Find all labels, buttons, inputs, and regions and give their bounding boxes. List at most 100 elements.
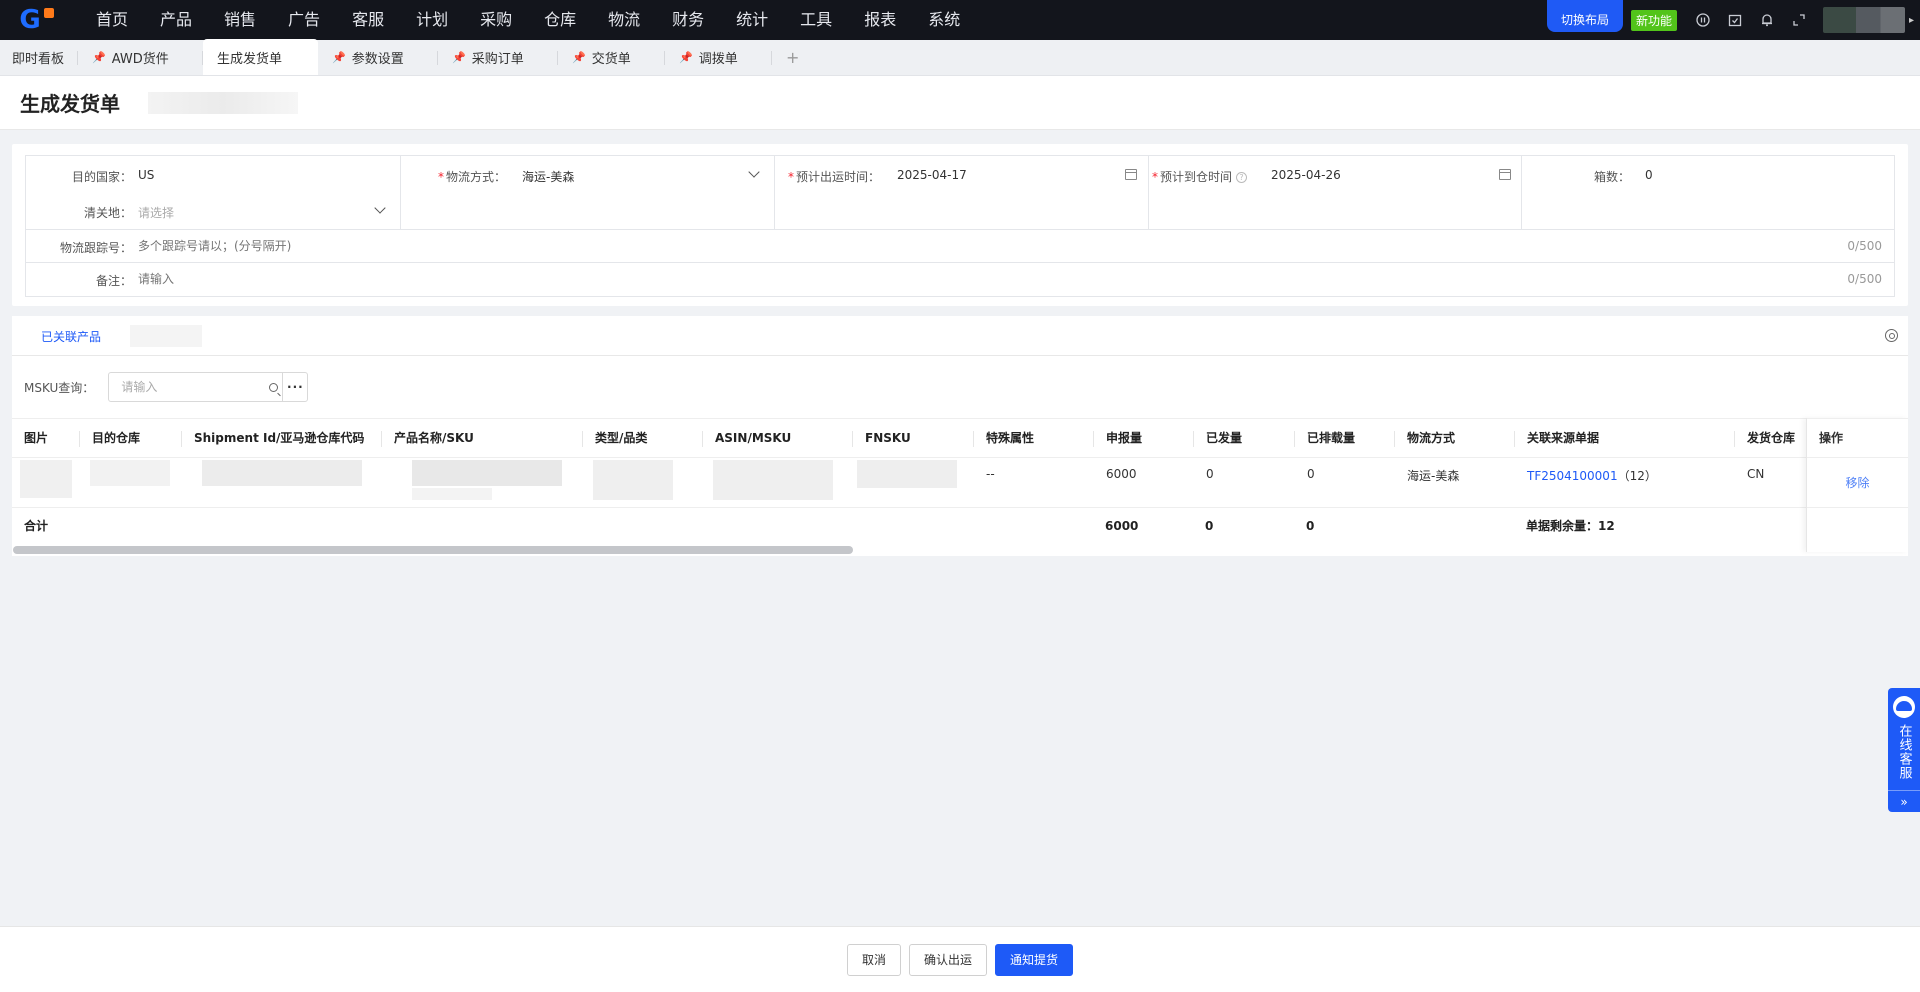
cell-loaded: 0 [1307, 467, 1315, 481]
tracking-label: 物流跟踪号： [59, 241, 132, 255]
tab-awd-shipment[interactable]: 📌 AWD货件 [78, 39, 204, 75]
col-operation: 操作 [1807, 418, 1908, 458]
dest-country-label: 目的国家： [71, 170, 132, 184]
msku-search-box: ··· [108, 372, 309, 402]
confirm-ship-button[interactable]: 确认出运 [908, 943, 987, 976]
col-type: 类型/品类 [583, 419, 703, 457]
logo-plus-icon [44, 8, 54, 18]
chevron-down-icon [748, 166, 760, 178]
more-options-button[interactable]: ··· [282, 373, 307, 401]
ship-date-cell: * 预计出运时间： 2025-04-17 [775, 156, 1149, 229]
nav-item-tools[interactable]: 工具 [784, 0, 848, 40]
table-header: 图片 目的仓库 Shipment Id/亚马逊仓库代码 产品名称/SKU 类型/… [12, 418, 1908, 458]
ship-date-value: 2025-04-17 [897, 168, 967, 182]
logistics-select[interactable]: 海运-美森 [522, 162, 762, 188]
clearance-select[interactable]: 请选择 [138, 198, 388, 224]
switch-layout-button[interactable]: 切换布局 [1546, 0, 1623, 32]
footer-actions: 取消 确认出运 通知提货 [0, 926, 1920, 992]
col-dest-warehouse: 目的仓库 [80, 419, 182, 457]
redacted-tab[interactable] [130, 325, 202, 347]
logistics-cell: * 物流方式： 海运-美森 [401, 156, 775, 229]
nav-item-service[interactable]: 客服 [336, 0, 400, 40]
nav-item-ads[interactable]: 广告 [272, 0, 336, 40]
tab-transfer-order[interactable]: 📌 调拨单 [665, 39, 773, 75]
nav-item-purchase[interactable]: 采购 [464, 0, 528, 40]
nav-item-stats[interactable]: 统计 [720, 0, 784, 40]
shipment-form-card: 目的国家： US 清关地： 请选择 * 物流方式： 海运-美森 * 预计出运时间： … [12, 144, 1908, 306]
pin-icon[interactable]: 📌 [332, 51, 346, 64]
msku-search-input[interactable] [109, 373, 265, 401]
products-tabs: 已关联产品 [12, 316, 1908, 356]
remove-button[interactable]: 移除 [1807, 458, 1908, 508]
calendar-check-icon[interactable] [1719, 0, 1751, 40]
col-fnsku: FNSKU [853, 419, 974, 457]
col-declared: 申报量 [1094, 419, 1194, 457]
user-avatar[interactable] [1822, 7, 1905, 33]
pin-icon[interactable]: 📌 [572, 51, 586, 64]
total-shipped: 0 [1205, 519, 1214, 533]
shipment-form: 目的国家： US 清关地： 请选择 * 物流方式： 海运-美森 * 预计出运时间： … [25, 155, 1895, 297]
online-service-widget[interactable]: 在线客服 » [1888, 688, 1920, 812]
arrive-date-value: 2025-04-26 [1271, 168, 1341, 182]
service-agent-icon [1893, 696, 1915, 718]
arrive-date-cell: * 预计到仓时间? 2025-04-26 [1149, 156, 1522, 229]
total-label: 合计 [24, 519, 49, 533]
nav-item-reports[interactable]: 报表 [848, 0, 912, 40]
app-logo[interactable]: G [0, 0, 60, 40]
col-special-attr: 特殊属性 [974, 419, 1094, 457]
remark-row: 备注： 0/500 [26, 263, 1894, 296]
logistics-label: * 物流方式： [437, 170, 506, 184]
help-icon[interactable]: ? [1236, 172, 1248, 183]
top-nav: G 首页 产品 销售 广告 客服 计划 采购 仓库 物流 财务 统计 工具 报表… [0, 0, 1920, 40]
col-image: 图片 [12, 419, 80, 457]
nav-item-logistics[interactable]: 物流 [592, 0, 656, 40]
nav-item-finance[interactable]: 财务 [656, 0, 720, 40]
tab-purchase-order[interactable]: 📌 采购订单 [438, 39, 559, 75]
tab-dashboard[interactable]: 即时看板 [0, 39, 79, 75]
nav-item-warehouse[interactable]: 仓库 [528, 0, 592, 40]
tab-delivery-note[interactable]: 📌 交货单 [558, 39, 666, 75]
tracking-input[interactable] [138, 234, 1818, 258]
bell-icon[interactable] [1751, 0, 1783, 40]
arrive-date-picker[interactable]: 2025-04-26 [1271, 162, 1511, 188]
horizontal-scrollbar[interactable] [13, 546, 853, 554]
tab-generate-shipment[interactable]: 生成发货单 [203, 39, 319, 75]
nav-item-sales[interactable]: 销售 [208, 0, 272, 40]
ship-date-label: * 预计出运时间： [788, 170, 881, 184]
add-tab-button[interactable]: + [772, 39, 813, 75]
fullscreen-icon[interactable] [1783, 0, 1815, 40]
dest-country-value: US [138, 168, 155, 182]
nav-item-home[interactable]: 首页 [80, 0, 144, 40]
cancel-button[interactable]: 取消 [846, 943, 901, 976]
pin-icon[interactable]: 📌 [92, 51, 106, 64]
new-feature-badge[interactable]: 新功能 [1630, 9, 1677, 31]
nav-item-system[interactable]: 系统 [912, 0, 976, 40]
cell-type [583, 458, 703, 507]
tab-param-settings[interactable]: 📌 参数设置 [318, 39, 439, 75]
tab-label: 调拨单 [698, 51, 738, 67]
pin-icon[interactable]: 📌 [679, 51, 693, 64]
notify-pickup-button[interactable]: 通知提货 [995, 943, 1074, 976]
cell-image [12, 458, 80, 507]
form-row-main: 目的国家： US 清关地： 请选择 * 物流方式： 海运-美森 * 预计出运时间： … [26, 156, 1894, 230]
col-shipment-id: Shipment Id/亚马逊仓库代码 [182, 419, 382, 457]
col-source-doc: 关联来源单据 [1515, 419, 1735, 457]
tab-linked-products[interactable]: 已关联产品 [41, 328, 101, 345]
nav-item-plan[interactable]: 计划 [400, 0, 464, 40]
ship-date-picker[interactable]: 2025-04-17 [897, 162, 1137, 188]
expand-icon[interactable]: » [1888, 790, 1920, 812]
cell-shipment-id [182, 458, 382, 507]
cell-asin-msku [703, 458, 853, 507]
col-product-name: 产品名称/SKU [382, 419, 583, 457]
source-doc-link[interactable]: TF2504100001 [1527, 469, 1618, 483]
cell-special-attr: -- [986, 467, 995, 481]
nav-item-product[interactable]: 产品 [144, 0, 208, 40]
pause-circle-icon[interactable] [1687, 0, 1719, 40]
gear-icon[interactable] [1885, 329, 1898, 342]
source-doc-count: （12） [1617, 469, 1657, 483]
search-button[interactable] [264, 373, 282, 401]
remark-input[interactable] [138, 267, 1818, 291]
boxes-value: 0 [1645, 168, 1653, 182]
pin-icon[interactable]: 📌 [452, 51, 466, 64]
caret-right-icon[interactable]: ▸ [1909, 15, 1914, 26]
